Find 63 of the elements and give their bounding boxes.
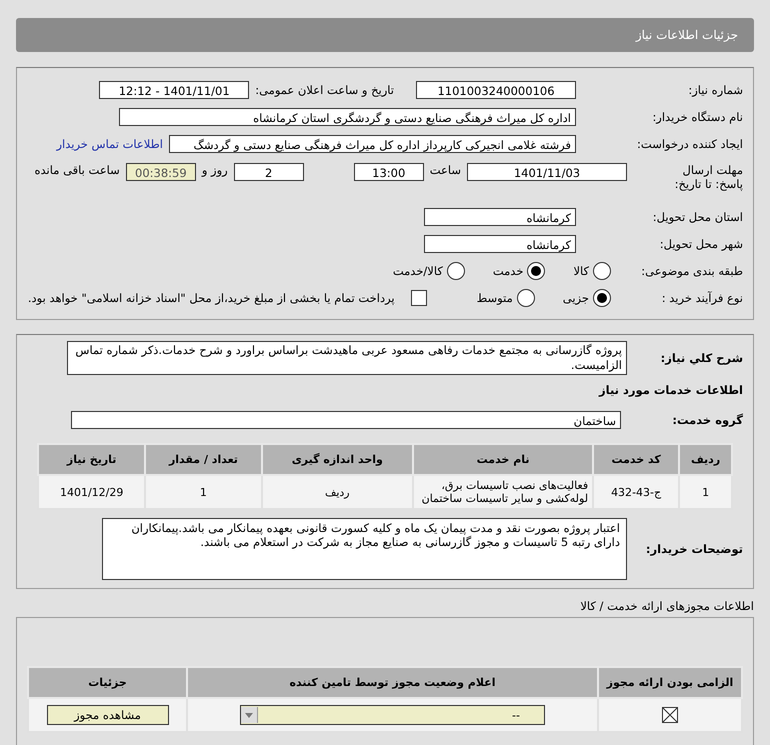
days-field: 2 [234,163,304,181]
radio-button[interactable] [446,262,465,280]
radio-button[interactable] [527,262,546,280]
column-header: ردیف [679,444,732,475]
field-label: توضیحات خریدار: [644,542,743,556]
column-header: اعلام وضعیت مجوز توسط تامین کننده [187,667,598,698]
option-label: جزیی [562,290,589,304]
field-label: شماره نیاز: [687,82,743,96]
buyer-contact-link[interactable]: اطلاعات تماس خریدار [56,136,163,150]
radio-button[interactable] [516,288,535,306]
remaining-time-field: 00:38:59 [126,163,196,181]
section-heading: اطلاعات خدمات مورد نیاز [599,383,743,397]
field-label: روز و [202,163,228,177]
column-header: الزامی بودن ارائه مجوز [598,667,742,698]
deadline-time-field: 13:00 [354,163,424,181]
field-label: نام دستگاه خریدار: [651,110,743,124]
field-label: مهلت ارسال پاسخ: تا تاریخ: [674,163,743,191]
licenses-title: اطلاعات مجوزهای ارائه خدمت / کالا [579,599,754,613]
field-label: تاریخ و ساعت اعلان عمومی: [255,82,394,96]
license-status-dropdown[interactable]: -- [240,705,545,725]
buyer-field: اداره کل میراث فرهنگی صنایع دستی و گردشگری استان کرمانشاه [119,108,576,126]
city-field: کرمانشاه [424,234,576,252]
field-label: گروه خدمت: [671,413,743,427]
column-header: نام خدمت [413,444,594,475]
column-header: جزئیات [28,667,187,698]
checkbox-label: پرداخت تمام یا بخشی از مبلغ خرید،از محل "اسناد خزانه اسلامی" خواهد بود. [28,290,395,304]
page-header: جزئیات اطلاعات نیاز [16,18,754,52]
deadline-date-field: 1401/11/03 [467,163,627,181]
field-label: ساعت [430,163,461,177]
column-header: واحد اندازه گیری [262,444,414,475]
caret-icon [245,712,253,718]
column-header: تاریخ نیاز [38,444,146,475]
field-label: ساعت باقی مانده [34,163,120,177]
column-header: کد خدمت [593,444,680,475]
table-cell: 1 [679,475,732,509]
radio-button[interactable] [593,288,611,306]
creator-field: فرشته غلامی انجیرکی کارپرداز اداره کل میراث فرهنگی صنایع دستی و گردشگ [169,134,576,152]
table-cell: فعالیت‌های نصب تاسیسات برق، لوله‌کشی و سایر تاسیسات ساختمان [413,475,594,509]
buyer-notes-text: اعتبار پروژه بصورت نقد و مدت پیمان یک ماه و کلیه کسورت قانونی بعهده پیمانکار می باشد.پیمانکاران دارای رتبه 5 تاسیسات و مجوز گازرسانی به صنایع مجاز به شرکت در استعلام می باشند. [102,518,627,580]
need-number-field: 1101003240000106 [416,80,576,98]
option-label: کالا [573,264,589,278]
checkbox[interactable] [410,290,427,306]
field-label: استان محل تحویل: [652,210,743,224]
service-group-field: ساختمان [71,411,621,429]
column-header: تعداد / مقدار [145,444,262,475]
description-text: پروژه گازرسانی به مجتمع خدمات رفاهی مسعود عربی ماهیدشت براساس براورد و شرح خدمات.ذکر شماره تماس الزامیست. [67,341,627,375]
radio-button[interactable] [593,262,611,280]
option-label: کالا/خدمت [392,264,443,278]
table-cell: ردیف [262,475,414,509]
option-label: متوسط [476,290,513,304]
field-label: شرح کلي نياز: [660,351,743,365]
view-license-button[interactable]: مشاهده مجوز [46,705,168,725]
table-cell: 1401/12/29 [38,475,146,509]
field-label: شهر محل تحویل: [658,236,743,250]
table-cell: 1 [145,475,262,509]
field-label: طبقه بندی موضوعی: [640,264,743,278]
province-field: کرمانشاه [424,208,576,226]
license-required-checkbox[interactable] [662,707,678,723]
table-cell: ج-43-432 [593,475,680,509]
announce-date-field: 1401/11/01 - 12:12 [99,80,250,98]
option-label: خدمت [492,264,524,278]
field-label: نوع فرآیند خرید : [660,290,743,304]
field-label: ایجاد کننده درخواست: [636,136,743,150]
